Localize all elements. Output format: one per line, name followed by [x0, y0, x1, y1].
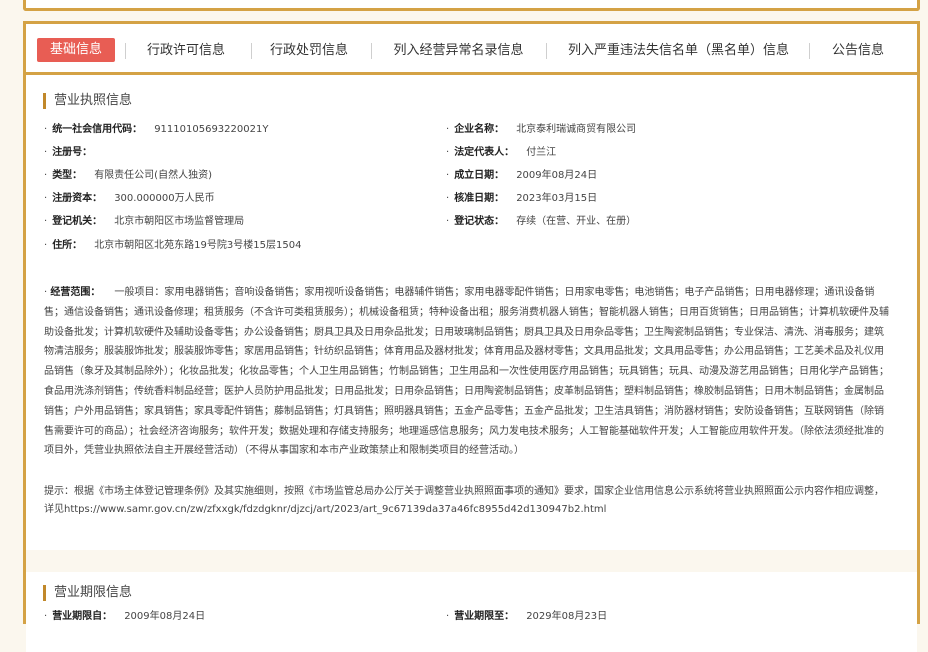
- company-name-label: 企业名称：: [454, 124, 505, 135]
- credit-code-label: 统一社会信用代码：: [52, 124, 143, 135]
- bullet-dot: ·: [446, 147, 450, 158]
- license-section-title: 营业执照信息: [43, 93, 132, 109]
- legal-rep-value: 付兰江: [526, 147, 557, 158]
- tab-separator: [809, 43, 810, 59]
- capital-value: 300.000000万人民币: [114, 193, 215, 204]
- tab-administrative-penalty[interactable]: 行政处罚信息: [266, 40, 352, 62]
- previous-panel-edge: [23, 0, 920, 11]
- period-to-value: 2029年08月23日: [526, 611, 608, 622]
- adjustment-notice: 提示：根据《市场主体登记管理条例》及其实施细则，按照《市场监管总局办公厅关于调整…: [44, 486, 884, 515]
- legal-rep-row: · 法定代表人： 付兰江: [446, 146, 556, 160]
- address-label: 住所：: [52, 240, 83, 251]
- tab-separator: [371, 43, 372, 59]
- period-from-value: 2009年08月24日: [124, 611, 206, 622]
- company-name-value: 北京泰利瑞诚商贸有限公司: [516, 124, 637, 135]
- capital-label: 注册资本：: [52, 193, 103, 204]
- period-from-row: · 营业期限自： 2009年08月24日: [44, 610, 205, 624]
- tab-separator: [125, 43, 126, 59]
- section-gap: [26, 550, 917, 572]
- business-scope-text: 一般项目：家用电器销售；音响设备销售；家用视听设备销售；电器辅件销售；家用电器零…: [44, 287, 889, 457]
- status-label: 登记状态：: [454, 216, 505, 227]
- bullet-dot: ·: [44, 240, 48, 251]
- tab-abnormal-operation-list[interactable]: 列入经营异常名录信息: [391, 40, 526, 62]
- legal-rep-label: 法定代表人：: [454, 147, 515, 158]
- established-row: · 成立日期： 2009年08月24日: [446, 169, 597, 183]
- period-to-row: · 营业期限至： 2029年08月23日: [446, 610, 607, 624]
- period-to-label: 营业期限至：: [454, 611, 515, 622]
- bullet-dot: ·: [446, 216, 450, 227]
- tab-announcements[interactable]: 公告信息: [826, 40, 890, 62]
- status-row: · 登记状态： 存续（在营、开业、在册）: [446, 215, 636, 229]
- status-value: 存续（在营、开业、在册）: [516, 216, 637, 227]
- tab-separator: [251, 43, 252, 59]
- authority-row: · 登记机关： 北京市朝阳区市场监督管理局: [44, 215, 244, 229]
- established-value: 2009年08月24日: [516, 170, 598, 181]
- type-row: · 类型： 有限责任公司(自然人独资): [44, 169, 212, 183]
- bullet-dot: ·: [446, 124, 450, 135]
- info-panel: 基础信息 行政许可信息 行政处罚信息 列入经营异常名录信息 列入严重违法失信名单…: [23, 21, 920, 652]
- authority-label: 登记机关：: [52, 216, 103, 227]
- license-section: 营业执照信息 · 统一社会信用代码： 91110105693220021Y · 企业名…: [26, 75, 917, 550]
- bullet-dot: ·: [446, 193, 450, 204]
- reg-number-label: 注册号：: [52, 147, 93, 158]
- bullet-dot: ·: [44, 124, 48, 135]
- business-scope: · 经营范围： 一般项目：家用电器销售；音响设备销售；家用视听设备销售；电器辅件销…: [44, 283, 890, 461]
- type-value: 有限责任公司(自然人独资): [94, 170, 212, 181]
- capital-row: · 注册资本： 300.000000万人民币: [44, 192, 215, 206]
- tab-content: 营业执照信息 · 统一社会信用代码： 91110105693220021Y · 企业名…: [26, 75, 917, 652]
- tab-administrative-license[interactable]: 行政许可信息: [144, 40, 228, 62]
- tab-blacklist[interactable]: 列入严重违法失信名单（黑名单）信息: [566, 40, 791, 62]
- bullet-dot: ·: [44, 611, 48, 622]
- address-row: · 住所： 北京市朝阳区北苑东路19号院3号楼15层1504: [44, 239, 301, 253]
- bullet-dot: ·: [44, 170, 48, 181]
- bullet-dot: ·: [44, 193, 48, 204]
- tab-basic-info[interactable]: 基础信息: [37, 38, 115, 62]
- bullet-dot: ·: [446, 611, 450, 622]
- period-from-label: 营业期限自：: [52, 611, 113, 622]
- established-label: 成立日期：: [454, 170, 505, 181]
- credit-code-row: · 统一社会信用代码： 91110105693220021Y: [44, 123, 268, 137]
- bullet-dot: ·: [44, 147, 48, 158]
- address-value: 北京市朝阳区北苑东路19号院3号楼15层1504: [94, 240, 302, 251]
- authority-value: 北京市朝阳区市场监督管理局: [114, 216, 245, 227]
- period-section: 营业期限信息 · 营业期限自： 2009年08月24日 · 营业期限至： 2029年08…: [26, 572, 917, 652]
- tab-bar: 基础信息 行政许可信息 行政处罚信息 列入经营异常名录信息 列入严重违法失信名单…: [26, 24, 917, 75]
- period-section-title: 营业期限信息: [43, 585, 132, 601]
- credit-code-value: 91110105693220021Y: [154, 124, 269, 135]
- reg-number-row: · 注册号：: [44, 146, 104, 160]
- approved-row: · 核准日期： 2023年03月15日: [446, 192, 597, 206]
- company-name-row: · 企业名称： 北京泰利瑞诚商贸有限公司: [446, 123, 636, 137]
- business-scope-label: 经营范围：: [50, 287, 101, 298]
- approved-label: 核准日期：: [454, 193, 505, 204]
- approved-value: 2023年03月15日: [516, 193, 598, 204]
- type-label: 类型：: [52, 170, 83, 181]
- tab-separator: [546, 43, 547, 59]
- bullet-dot: ·: [44, 216, 48, 227]
- bullet-dot: ·: [446, 170, 450, 181]
